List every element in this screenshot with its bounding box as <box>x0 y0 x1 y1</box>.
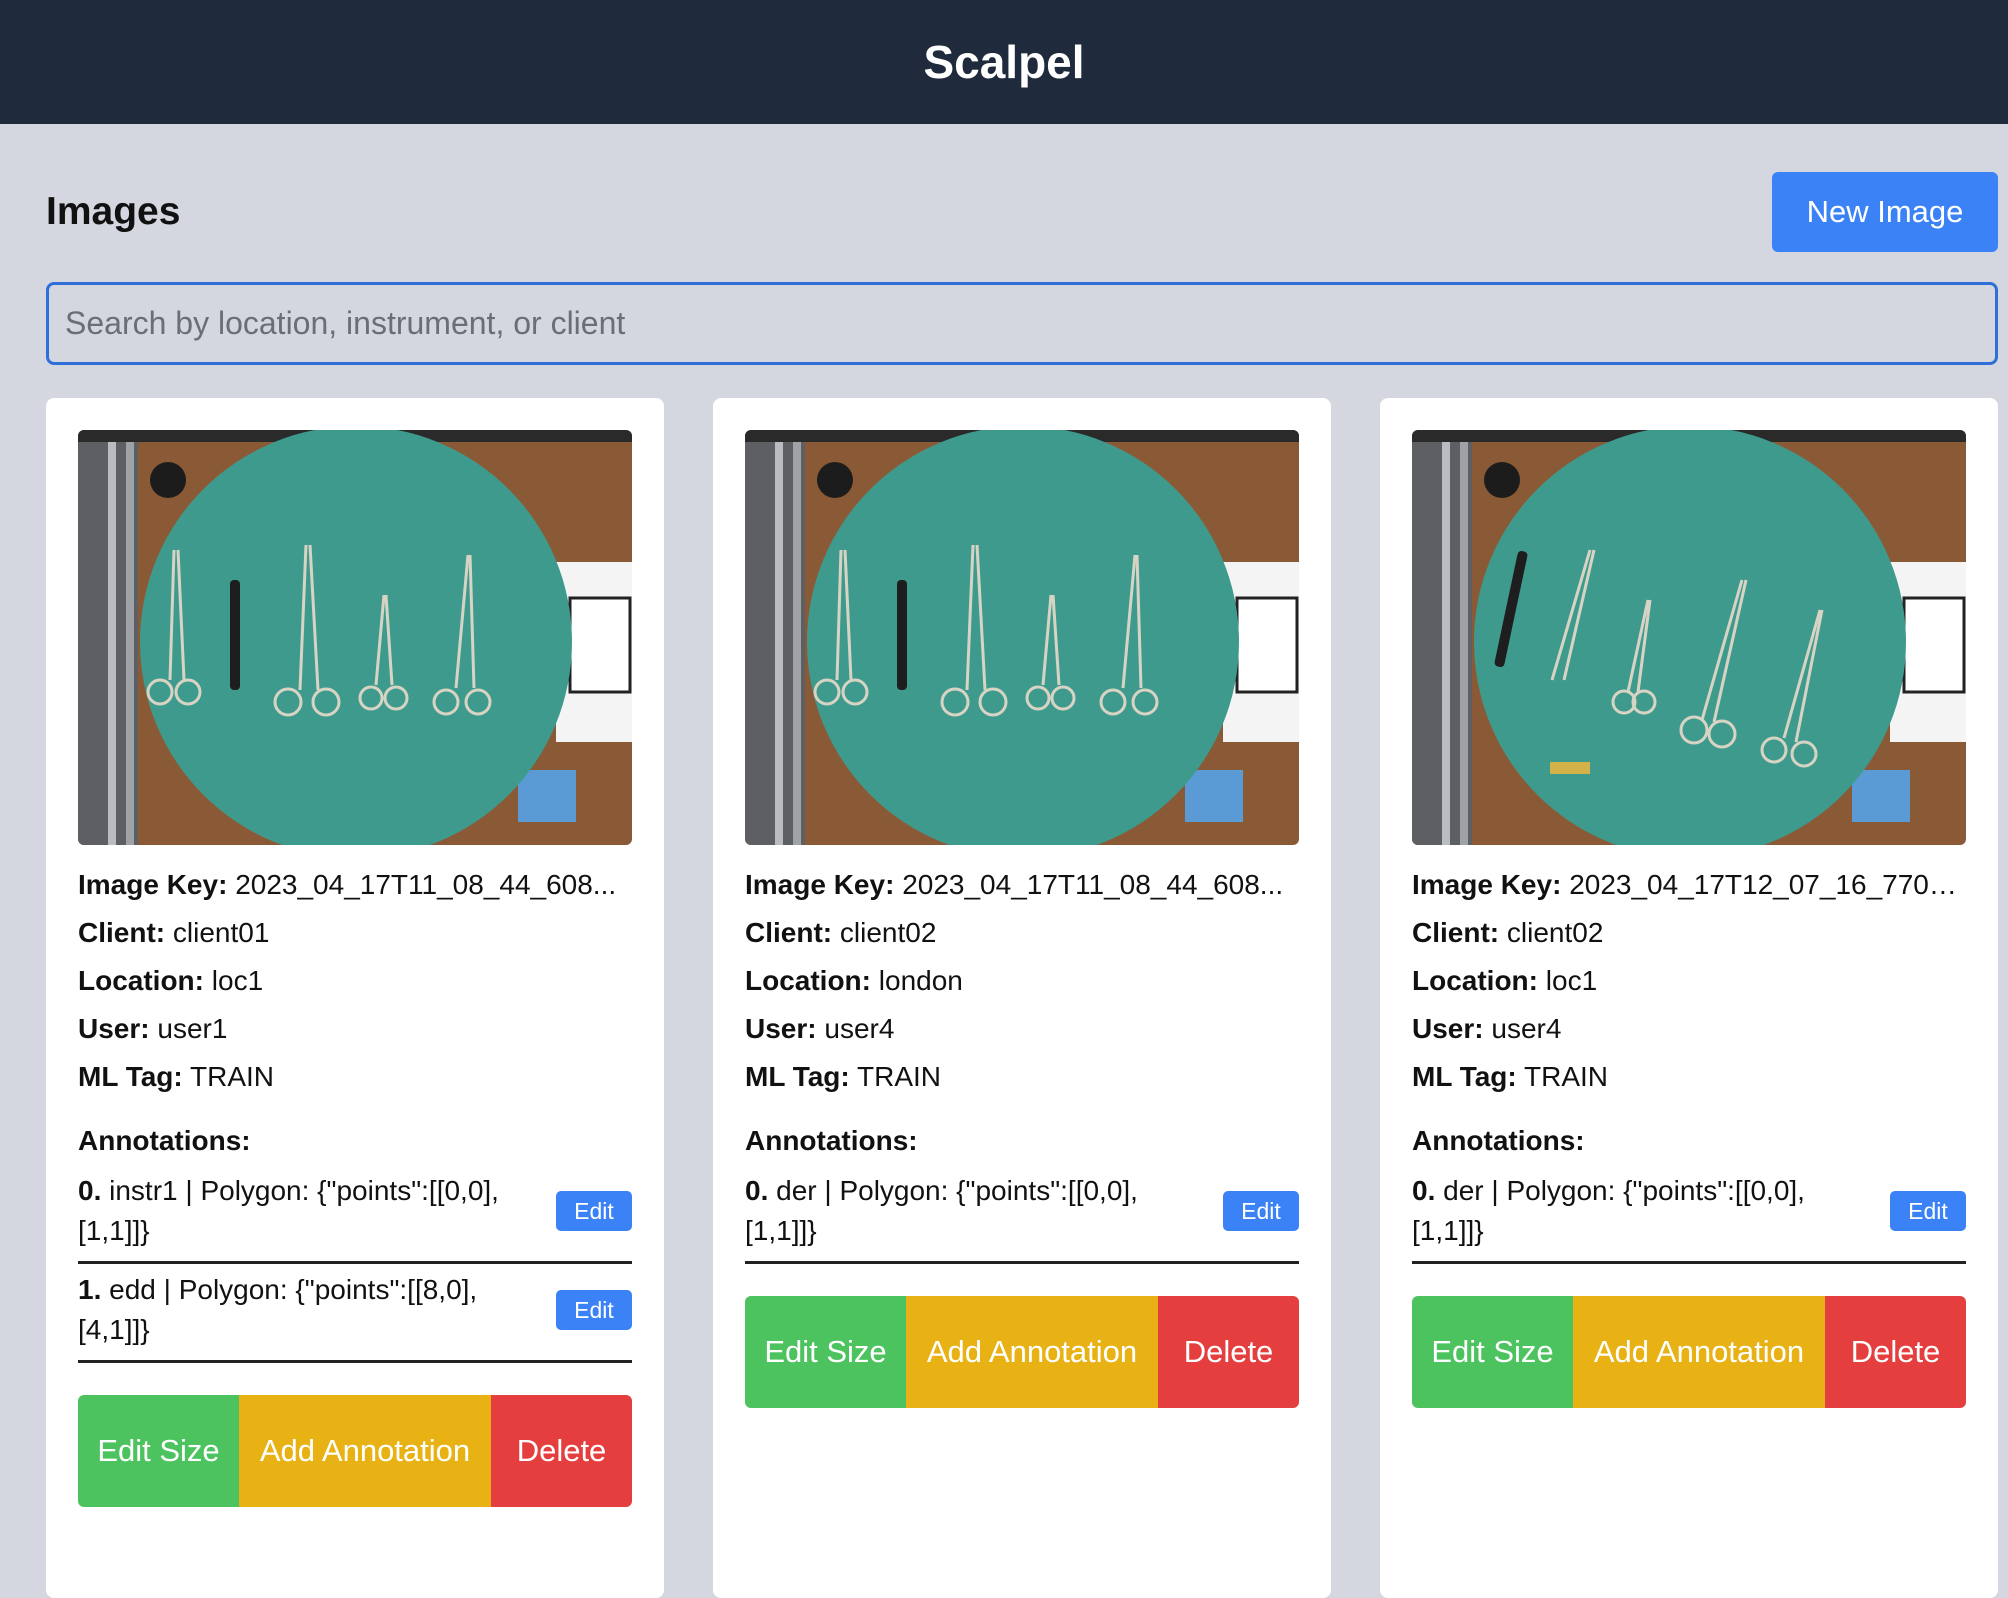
user-value: user4 <box>1491 1013 1562 1044</box>
image-meta: Image Key: 2023_04_17T11_08_44_608... Cl… <box>78 861 632 1101</box>
image-thumbnail[interactable] <box>745 430 1299 845</box>
client-value: client01 <box>172 917 270 948</box>
image-key-label: Image Key: <box>745 869 895 900</box>
image-card: Image Key: 2023_04_17T11_08_44_608... Cl… <box>46 398 664 1598</box>
edit-size-button[interactable]: Edit Size <box>78 1395 239 1507</box>
image-key-row: Image Key: 2023_04_17T11_08_44_608... <box>78 861 632 909</box>
main-content: Images New Image Search by location, ins… <box>0 124 2008 1598</box>
annotation-item: 0. instr1 | Polygon: {"points":[[0,0],[1… <box>78 1165 632 1264</box>
annotation-item: 0. der | Polygon: {"points":[[0,0],[1,1]… <box>1412 1165 1966 1264</box>
annotation-description: der | Polygon: {"points":[[0,0],[1,1]]} <box>1412 1175 1805 1246</box>
app-header: Scalpel <box>0 0 2008 124</box>
location-value: loc1 <box>1545 965 1598 996</box>
user-row: User: user4 <box>1412 1005 1966 1053</box>
card-actions: Edit Size Add Annotation Delete <box>745 1296 1299 1408</box>
annotation-description: der | Polygon: {"points":[[0,0],[1,1]]} <box>745 1175 1138 1246</box>
delete-button[interactable]: Delete <box>1158 1296 1299 1408</box>
page-title: Images <box>46 190 181 233</box>
annotation-edit-button[interactable]: Edit <box>556 1290 632 1330</box>
image-key-row: Image Key: 2023_04_17T12_07_16_7707... <box>1412 861 1966 909</box>
annotation-edit-button[interactable]: Edit <box>556 1191 632 1231</box>
client-row: Client: client01 <box>78 909 632 957</box>
user-value: user4 <box>824 1013 895 1044</box>
annotation-index: 0. <box>745 1175 769 1206</box>
instrument-tray-image <box>1412 430 1966 845</box>
client-label: Client: <box>745 917 833 948</box>
location-label: Location: <box>78 965 204 996</box>
annotation-item: 0. der | Polygon: {"points":[[0,0],[1,1]… <box>745 1165 1299 1264</box>
annotation-text: 0. instr1 | Polygon: {"points":[[0,0],[1… <box>78 1171 538 1251</box>
image-key-label: Image Key: <box>78 869 228 900</box>
user-row: User: user4 <box>745 1005 1299 1053</box>
annotation-text: 0. der | Polygon: {"points":[[0,0],[1,1]… <box>745 1171 1205 1251</box>
ml-tag-value: TRAIN <box>1524 1061 1609 1092</box>
annotation-index: 1. <box>78 1274 102 1305</box>
instrument-tray-image <box>745 430 1299 845</box>
ml-tag-row: ML Tag: TRAIN <box>78 1053 632 1101</box>
image-meta: Image Key: 2023_04_17T12_07_16_7707... C… <box>1412 861 1966 1101</box>
annotation-edit-button[interactable]: Edit <box>1223 1191 1299 1231</box>
location-row: Location: loc1 <box>78 957 632 1005</box>
add-annotation-button[interactable]: Add Annotation <box>239 1395 491 1507</box>
location-row: Location: loc1 <box>1412 957 1966 1005</box>
annotation-text: 1. edd | Polygon: {"points":[[8,0],[4,1]… <box>78 1270 538 1350</box>
edit-size-button[interactable]: Edit Size <box>1412 1296 1573 1408</box>
annotation-index: 0. <box>1412 1175 1436 1206</box>
annotation-description: edd | Polygon: {"points":[[8,0],[4,1]]} <box>78 1274 478 1345</box>
image-card: Image Key: 2023_04_17T12_07_16_7707... C… <box>1380 398 1998 1598</box>
ml-tag-label: ML Tag: <box>78 1061 183 1092</box>
image-thumbnail[interactable] <box>78 430 632 845</box>
user-row: User: user1 <box>78 1005 632 1053</box>
client-label: Client: <box>78 917 166 948</box>
edit-size-button[interactable]: Edit Size <box>745 1296 906 1408</box>
app-title: Scalpel <box>923 36 1085 88</box>
location-value: london <box>878 965 963 996</box>
client-row: Client: client02 <box>1412 909 1966 957</box>
search-input[interactable] <box>46 282 1998 365</box>
location-label: Location: <box>745 965 871 996</box>
client-label: Client: <box>1412 917 1500 948</box>
card-actions: Edit Size Add Annotation Delete <box>1412 1296 1966 1408</box>
instrument-tray-image <box>78 430 632 845</box>
annotation-edit-button[interactable]: Edit <box>1890 1191 1966 1231</box>
location-value: loc1 <box>211 965 264 996</box>
new-image-button[interactable]: New Image <box>1772 172 1998 252</box>
ml-tag-value: TRAIN <box>190 1061 275 1092</box>
ml-tag-label: ML Tag: <box>745 1061 850 1092</box>
ml-tag-row: ML Tag: TRAIN <box>745 1053 1299 1101</box>
image-key-value: 2023_04_17T12_07_16_7707... <box>1569 869 1966 900</box>
client-value: client02 <box>839 917 937 948</box>
delete-button[interactable]: Delete <box>1825 1296 1966 1408</box>
image-key-value: 2023_04_17T11_08_44_608... <box>235 869 617 900</box>
client-value: client02 <box>1506 917 1604 948</box>
ml-tag-value: TRAIN <box>857 1061 942 1092</box>
user-label: User: <box>1412 1013 1484 1044</box>
add-annotation-button[interactable]: Add Annotation <box>1573 1296 1825 1408</box>
location-label: Location: <box>1412 965 1538 996</box>
image-key-value: 2023_04_17T11_08_44_608... <box>902 869 1284 900</box>
annotation-description: instr1 | Polygon: {"points":[[0,0],[1,1]… <box>78 1175 499 1246</box>
annotation-text: 0. der | Polygon: {"points":[[0,0],[1,1]… <box>1412 1171 1872 1251</box>
add-annotation-button[interactable]: Add Annotation <box>906 1296 1158 1408</box>
user-value: user1 <box>157 1013 228 1044</box>
image-thumbnail[interactable] <box>1412 430 1966 845</box>
client-row: Client: client02 <box>745 909 1299 957</box>
user-label: User: <box>745 1013 817 1044</box>
page-heading-row: Images New Image <box>46 124 1998 284</box>
annotations-heading: Annotations: <box>78 1125 251 1156</box>
delete-button[interactable]: Delete <box>491 1395 632 1507</box>
image-key-row: Image Key: 2023_04_17T11_08_44_608... <box>745 861 1299 909</box>
ml-tag-row: ML Tag: TRAIN <box>1412 1053 1966 1101</box>
ml-tag-label: ML Tag: <box>1412 1061 1517 1092</box>
annotations-heading: Annotations: <box>1412 1125 1585 1156</box>
image-meta: Image Key: 2023_04_17T11_08_44_608... Cl… <box>745 861 1299 1101</box>
image-card: Image Key: 2023_04_17T11_08_44_608... Cl… <box>713 398 1331 1598</box>
card-actions: Edit Size Add Annotation Delete <box>78 1395 632 1507</box>
annotations-heading: Annotations: <box>745 1125 918 1156</box>
location-row: Location: london <box>745 957 1299 1005</box>
annotation-index: 0. <box>78 1175 102 1206</box>
annotation-item: 1. edd | Polygon: {"points":[[8,0],[4,1]… <box>78 1264 632 1363</box>
user-label: User: <box>78 1013 150 1044</box>
image-key-label: Image Key: <box>1412 869 1562 900</box>
